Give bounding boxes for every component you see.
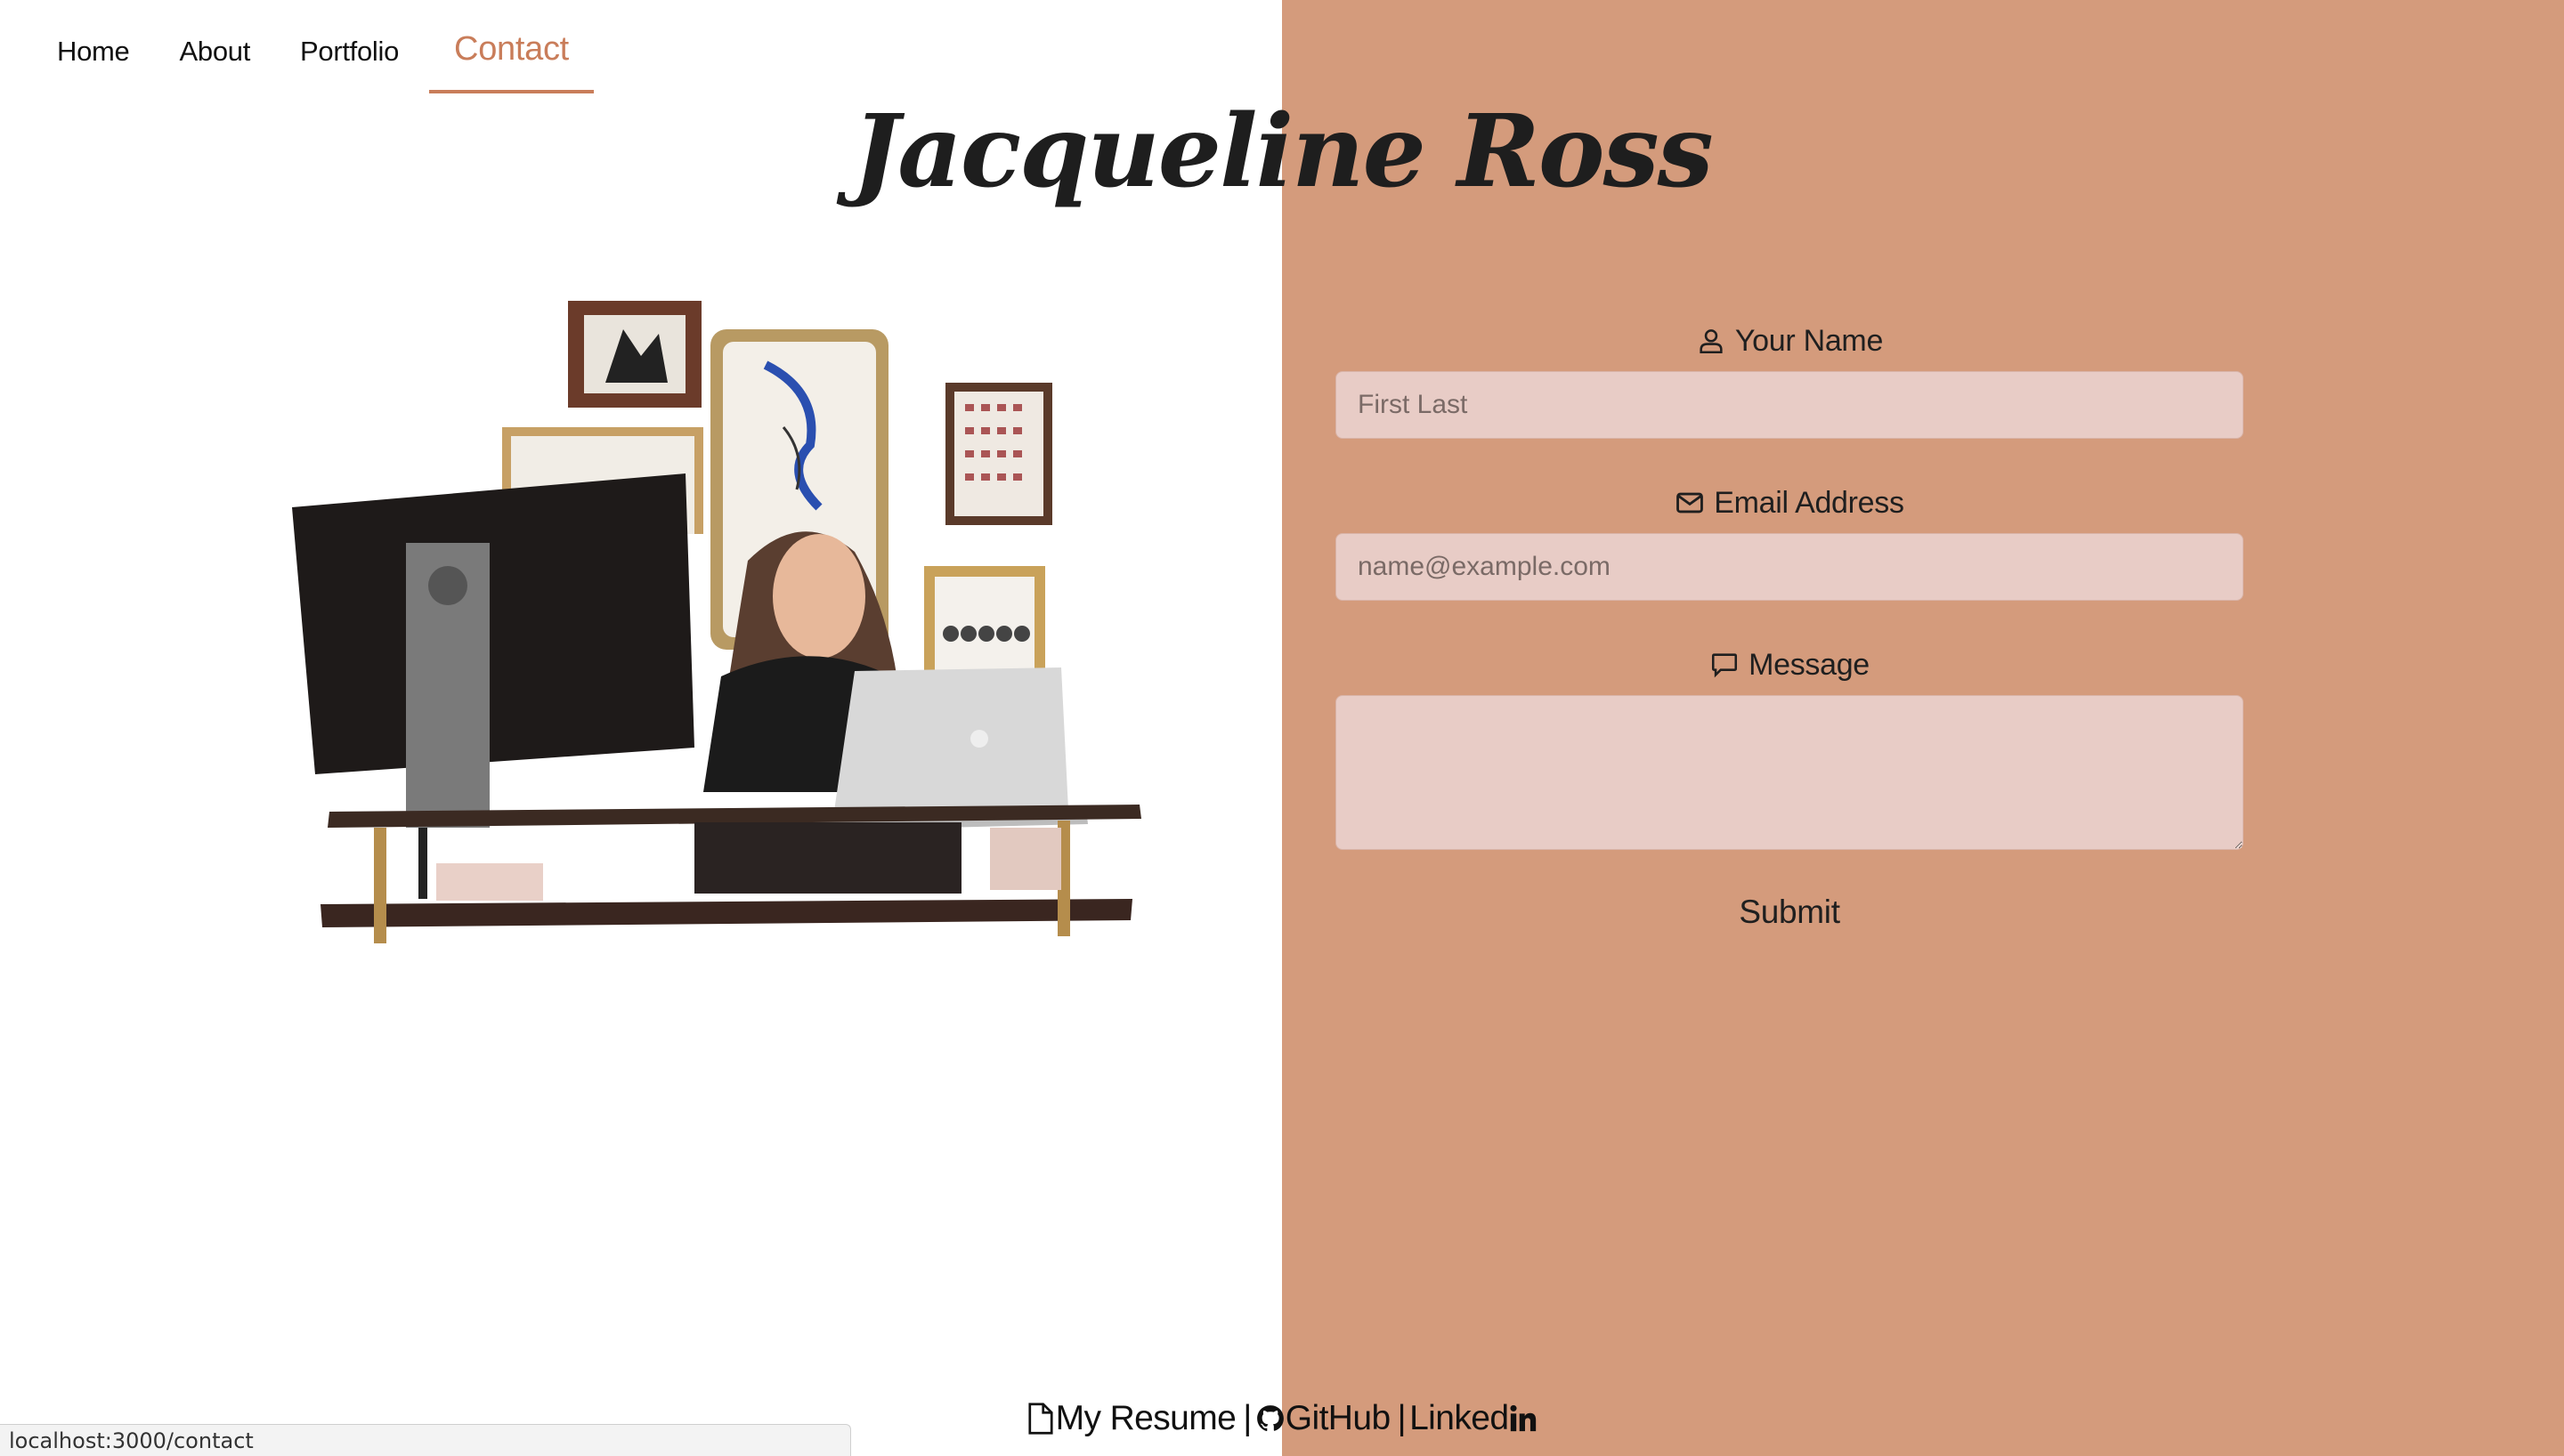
contact-form: Your Name Email Address Message Submit — [1335, 316, 2244, 932]
github-icon — [1256, 1405, 1284, 1432]
message-label: Message — [1335, 640, 2244, 690]
email-label: Email Address — [1335, 478, 2244, 528]
file-icon — [1028, 1403, 1053, 1435]
profile-photo — [292, 301, 1141, 943]
main-nav: Home About Portfolio Contact — [32, 20, 594, 100]
site-title: Jacqueline Ross — [852, 93, 1713, 210]
resume-link-label: My Resume — [1055, 1399, 1237, 1437]
linkedin-link[interactable]: Linked — [1409, 1399, 1538, 1438]
chat-bubble-icon — [1712, 653, 1738, 678]
message-label-text: Message — [1749, 647, 1870, 682]
name-label-text: Your Name — [1734, 323, 1884, 358]
resume-link[interactable]: My Resume — [1026, 1399, 1237, 1438]
message-textarea[interactable] — [1335, 695, 2244, 850]
github-link[interactable]: GitHub — [1255, 1399, 1391, 1438]
email-label-text: Email Address — [1714, 485, 1904, 520]
nav-home-link[interactable]: Home — [32, 20, 155, 84]
envelope-icon — [1676, 492, 1704, 514]
email-input[interactable] — [1335, 533, 2244, 601]
linkedin-link-label: Linked — [1409, 1399, 1509, 1437]
linkedin-icon — [1510, 1404, 1537, 1432]
footer-separator: | — [1397, 1399, 1407, 1437]
name-input[interactable] — [1335, 371, 2244, 439]
user-icon — [1700, 329, 1723, 354]
name-label: Your Name — [1335, 316, 2244, 366]
nav-contact-link[interactable]: Contact — [429, 20, 594, 93]
github-link-label: GitHub — [1285, 1399, 1391, 1437]
contact-page: Home About Portfolio Contact Jacqueline … — [0, 0, 2564, 1456]
nav-portfolio-link[interactable]: Portfolio — [275, 20, 424, 84]
footer-separator: | — [1243, 1399, 1252, 1437]
nav-about-link[interactable]: About — [155, 20, 276, 84]
browser-status-bar: localhost:3000/contact — [0, 1424, 851, 1456]
submit-button[interactable]: Submit — [1733, 893, 1845, 932]
